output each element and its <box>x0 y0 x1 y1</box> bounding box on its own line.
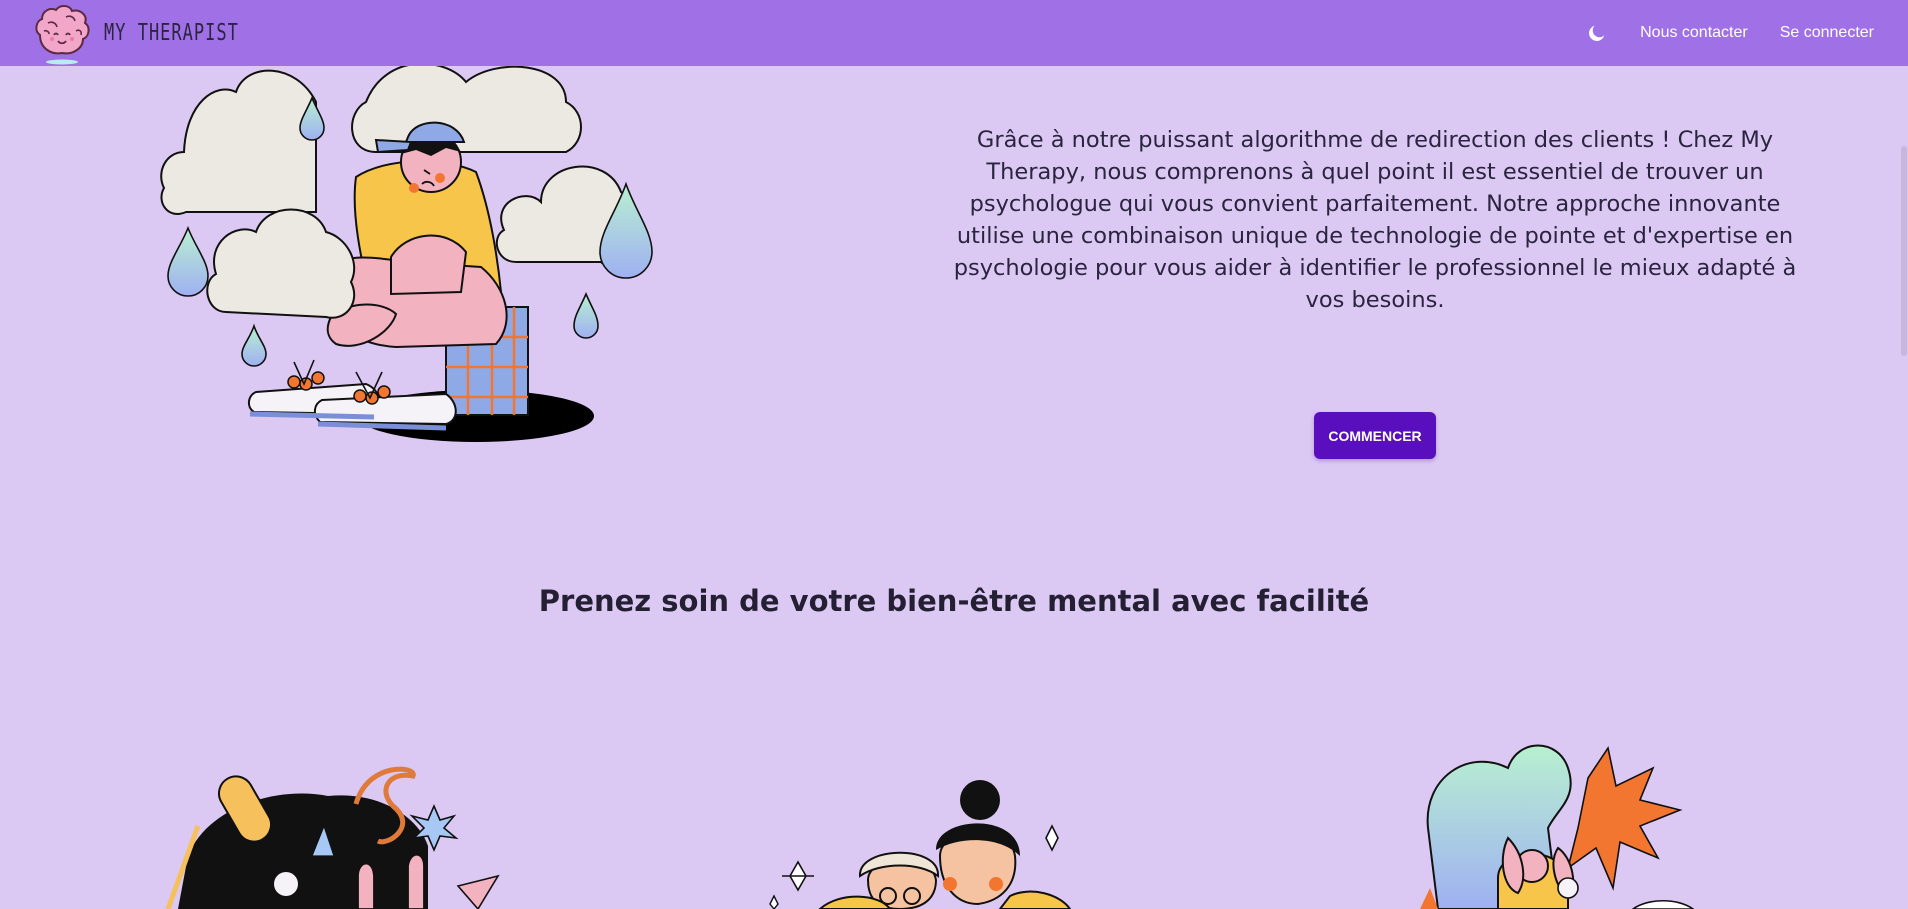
moon-icon[interactable] <box>1586 22 1608 44</box>
hero-description: Grâce à notre puissant algorithme de red… <box>953 127 1797 313</box>
nav-contact-link[interactable]: Nous contacter <box>1640 24 1748 42</box>
navbar: MY THERAPIST Nous contacter Se connecter <box>0 0 1908 66</box>
abstract-shapes-illustration <box>165 766 500 909</box>
start-button[interactable]: COMMENCER <box>1314 412 1436 459</box>
people-comfort-illustration <box>1420 744 1695 909</box>
hero-sad-person-illustration <box>160 62 653 442</box>
scrollbar-thumb[interactable] <box>1901 146 1907 356</box>
nav-links: Nous contacter Se connecter <box>1586 22 1878 44</box>
brain-logo-icon <box>35 5 90 65</box>
nav-login-link[interactable]: Se connecter <box>1780 24 1874 42</box>
family-hug-illustration <box>769 780 1072 909</box>
brand[interactable]: MY THERAPIST <box>30 1 239 65</box>
page: MY THERAPIST Nous contacter Se connecter <box>0 0 1908 909</box>
features-heading: Prenez soin de votre bien-être mental av… <box>538 584 1370 618</box>
brand-name: MY THERAPIST <box>104 19 239 47</box>
page-scrollbar[interactable] <box>1900 66 1908 909</box>
